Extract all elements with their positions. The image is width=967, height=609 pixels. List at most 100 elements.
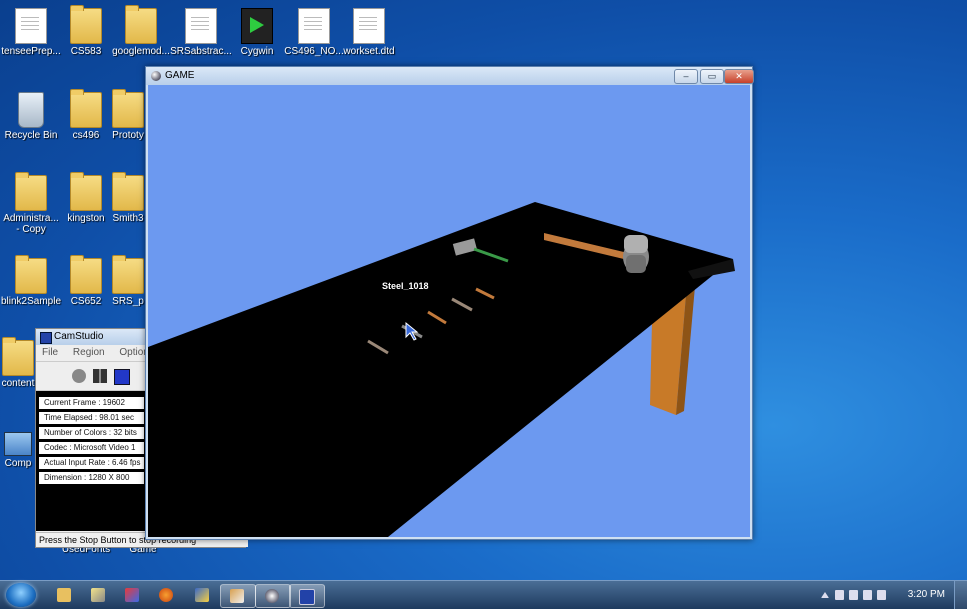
system-tray: 3:20 PM [817, 581, 967, 609]
document-icon [353, 8, 385, 44]
stat-input-rate: Actual Input Rate : 6.46 fps [39, 457, 144, 469]
folder-icon [2, 337, 34, 376]
computer-icon [4, 432, 32, 456]
desktop-icon-label: SRS_p [112, 296, 144, 307]
desktop-icon-workset[interactable]: workset.dtd [338, 8, 400, 57]
camstudio-icon [299, 589, 315, 605]
network-icon[interactable] [863, 590, 872, 600]
desktop-icon-googlemod[interactable]: googlemod... [110, 5, 172, 57]
pause-button[interactable] [93, 369, 107, 383]
taskbar-notepad[interactable] [82, 584, 116, 606]
firefox-icon [159, 588, 173, 602]
folder-icon [70, 255, 102, 294]
desktop-icon-label: cs496 [72, 130, 100, 141]
recording-stats-panel: Current Frame : 19602 Time Elapsed : 98.… [36, 391, 147, 531]
object-label: Steel_1018 [382, 281, 429, 291]
folder-icon [70, 5, 102, 44]
desktop-icon-label: Administra... [3, 213, 59, 224]
show-desktop-button[interactable] [954, 581, 967, 609]
folder-icon [112, 172, 144, 211]
desktop-icon-content[interactable]: content [0, 337, 36, 389]
game-scene: Steel_1018 [148, 202, 735, 537]
folder-icon [70, 172, 102, 211]
desktop-icon-label: blink2Sample [0, 296, 62, 307]
clock[interactable]: 3:20 PM [908, 589, 945, 600]
document-icon [15, 8, 47, 44]
desktop-icon-label: workset.dtd [343, 46, 395, 57]
minimize-button[interactable]: – [674, 69, 698, 84]
desktop-icon-cs652[interactable]: CS652 [55, 255, 117, 307]
desktop-icon-srsabstract[interactable]: SRSabstrac... [170, 8, 232, 57]
start-button[interactable] [6, 583, 36, 607]
desktop-icon-cs583[interactable]: CS583 [55, 5, 117, 57]
desktop-icon-label: googlemod... [112, 46, 170, 57]
desktop-icon-srs-p[interactable]: SRS_p [110, 255, 146, 307]
show-hidden-icons-icon[interactable] [821, 592, 829, 598]
menu-file[interactable]: File [42, 347, 58, 358]
desktop-icon-prototype[interactable]: Prototy [110, 89, 146, 141]
python-icon [195, 588, 209, 602]
game-window: GAME – ▭ ✕ Steel_1018 [145, 66, 754, 540]
desktop-icon-label-line2: - Copy [16, 224, 46, 235]
folder-icon [112, 255, 144, 294]
volume-icon[interactable] [877, 590, 886, 600]
desktop-icon-administrator-copy[interactable]: Administra... - Copy [0, 172, 62, 235]
stat-codec: Codec : Microsoft Video 1 [39, 442, 144, 454]
maximize-button[interactable]: ▭ [700, 69, 724, 84]
flag-icon[interactable] [835, 590, 844, 600]
game-titlebar[interactable]: GAME – ▭ ✕ [146, 67, 754, 85]
desktop-icon-label: SRSabstrac... [170, 46, 232, 57]
stop-button[interactable] [114, 369, 130, 385]
desktop-icon-label: Recycle Bin [4, 130, 58, 141]
taskbar-tool[interactable] [220, 584, 256, 608]
desktop-icon-smith3[interactable]: Smith3 [110, 172, 146, 224]
desktop-icon-kingston[interactable]: kingston [55, 172, 117, 224]
paint-icon [125, 588, 139, 602]
taskbar-game[interactable] [255, 584, 291, 608]
taskbar: 3:20 PM [0, 580, 967, 609]
notepad-icon [91, 588, 105, 602]
folder-icon [112, 89, 144, 128]
desktop-icon-label: Comp [4, 458, 32, 469]
menu-region[interactable]: Region [73, 347, 105, 358]
desktop-icon-recycle-bin[interactable]: Recycle Bin [0, 92, 62, 141]
cygwin-icon [241, 8, 273, 44]
folder-icon [15, 255, 47, 294]
desktop-icon-label: Smith3 [112, 213, 144, 224]
recycle-bin-icon [18, 92, 44, 128]
taskbar-explorer[interactable] [48, 584, 82, 606]
game-window-title: GAME [165, 70, 195, 81]
document-icon [185, 8, 217, 44]
stat-current-frame: Current Frame : 19602 [39, 397, 144, 409]
desktop-icon-tenseeprep[interactable]: tenseePrep... [0, 8, 62, 57]
folder-icon [70, 89, 102, 128]
stat-time-elapsed: Time Elapsed : 98.01 sec [39, 412, 144, 424]
stat-number-of-colors: Number of Colors : 32 bits [39, 427, 144, 439]
desktop-icon-cs496-no[interactable]: CS496_NO... [283, 8, 345, 57]
desktop-icon-label: CS496_NO... [284, 46, 344, 57]
record-button[interactable] [72, 369, 86, 383]
desktop-icon-label: CS583 [70, 46, 102, 57]
taskbar-paint[interactable] [116, 584, 150, 606]
desktop-icon-computer[interactable]: Comp [0, 424, 36, 469]
desktop-icon-blink2sample[interactable]: blink2Sample [0, 255, 62, 307]
taskbar-firefox[interactable] [150, 584, 184, 606]
desktop-icon-cygwin[interactable]: Cygwin [226, 8, 288, 57]
desktop-icon-cs496[interactable]: cs496 [55, 89, 117, 141]
game-viewport[interactable]: Steel_1018 [148, 85, 750, 537]
game-icon [265, 589, 279, 603]
folder-icon [125, 5, 157, 44]
battery-icon[interactable] [849, 590, 858, 600]
desktop-icon-label: tenseePrep... [1, 46, 61, 57]
explorer-icon [57, 588, 71, 602]
tool-icon [230, 589, 244, 603]
game-app-icon [151, 71, 161, 81]
desktop-icon-label: Cygwin [240, 46, 274, 57]
folder-icon [15, 172, 47, 211]
taskbar-camstudio[interactable] [289, 584, 325, 608]
taskbar-python[interactable] [186, 584, 220, 606]
close-button[interactable]: ✕ [724, 69, 754, 84]
stat-dimension: Dimension : 1280 X 800 [39, 472, 144, 484]
document-icon [298, 8, 330, 44]
desktop-icon-label: content [1, 378, 35, 389]
